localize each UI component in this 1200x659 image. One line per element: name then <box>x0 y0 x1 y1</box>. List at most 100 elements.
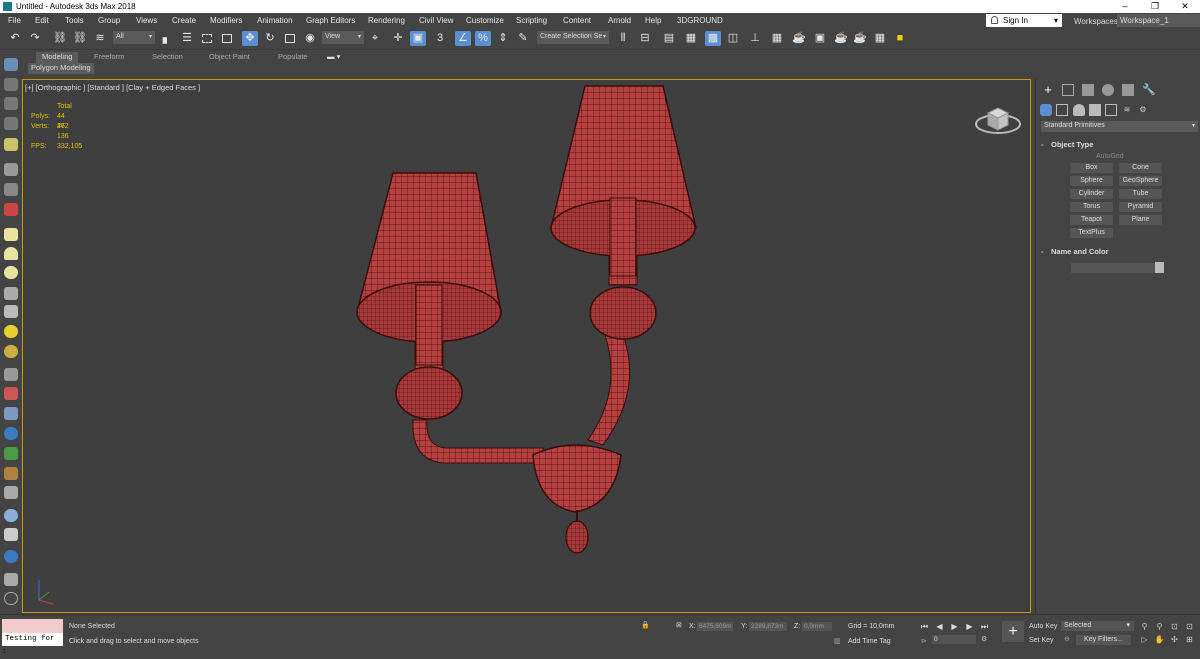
link-button[interactable]: ⛓ <box>52 31 68 46</box>
keyboard-shortcut-override-button[interactable]: ▣ <box>410 31 426 46</box>
select-by-name-button[interactable]: ☰ <box>179 31 195 46</box>
reference-coordinate-dropdown[interactable]: View ▾ <box>322 31 364 44</box>
undo-button[interactable]: ↶ <box>7 31 23 46</box>
z-coordinate-field[interactable]: 0,0mm <box>802 622 832 631</box>
cone-button[interactable]: Cone <box>1119 163 1162 173</box>
layer-explorer-button[interactable]: ▤ <box>661 31 677 46</box>
view-cube-icon[interactable] <box>973 98 1023 138</box>
sun-icon[interactable] <box>4 325 18 338</box>
wall-sconce-model[interactable] <box>23 80 1031 613</box>
space-warps-category-icon[interactable]: ≋ <box>1121 104 1133 116</box>
cylinder-button[interactable]: Cylinder <box>1070 189 1113 199</box>
key-mode-icon[interactable]: ⊳ <box>921 637 927 645</box>
lights-category-icon[interactable] <box>1073 104 1085 116</box>
menu-scripting[interactable]: Scripting <box>516 16 547 25</box>
scatter-icon[interactable] <box>4 486 18 499</box>
play-icon[interactable]: ▶ <box>949 621 960 632</box>
zoom-extents-icon[interactable]: ⊡ <box>1169 621 1180 632</box>
dome-icon[interactable] <box>4 247 18 260</box>
x-coordinate-field[interactable]: 6475,609m <box>697 622 733 631</box>
curve-editor-button[interactable]: ◫ <box>725 31 741 46</box>
shapes-category-icon[interactable] <box>1056 104 1068 116</box>
zoom-extents-all-icon[interactable]: ⊡ <box>1184 621 1195 632</box>
spinner-snap-button[interactable]: ⇕ <box>495 31 511 46</box>
menu-customize[interactable]: Customize <box>466 16 504 25</box>
percent-snap-button[interactable]: % <box>475 31 491 46</box>
geometry-category-icon[interactable] <box>1040 104 1052 116</box>
render-iterative-button[interactable]: ☕ <box>852 31 868 46</box>
window-crossing-button[interactable] <box>219 31 235 46</box>
particle-icon[interactable] <box>4 387 18 400</box>
helpers-category-icon[interactable] <box>1105 104 1117 116</box>
figure-icon[interactable] <box>4 407 18 420</box>
sphere-icon[interactable] <box>4 266 18 279</box>
sphere-button[interactable]: Sphere <box>1070 176 1113 186</box>
zoom-all-icon[interactable]: ⚲ <box>1154 621 1165 632</box>
motion-panel-tab-icon[interactable] <box>1102 84 1114 96</box>
placement-button[interactable]: ◉ <box>302 31 318 46</box>
maxscript-mini-listener[interactable]: Testing for : <box>2 633 63 656</box>
create-panel-tab-icon[interactable]: + <box>1042 83 1054 96</box>
menu-file[interactable]: File <box>8 16 21 25</box>
previous-frame-icon[interactable]: ◀ <box>934 621 945 632</box>
absolute-mode-icon[interactable]: ⊠ <box>676 621 682 629</box>
utilities-panel-tab-icon[interactable]: 🔧 <box>1142 84 1156 96</box>
pyramid-button[interactable]: Pyramid <box>1119 202 1162 212</box>
ribbon-tab-freeform[interactable]: Freeform <box>94 52 124 63</box>
textplus-button[interactable]: TextPlus <box>1070 228 1113 238</box>
perspective-viewport[interactable]: [+] [Orthographic ] [Standard ] [Clay + … <box>22 79 1031 613</box>
cone-icon[interactable] <box>4 305 18 318</box>
unlink-button[interactable]: ⛓ <box>72 31 88 46</box>
edit-named-selection-button[interactable]: ✎ <box>515 31 531 46</box>
menu-graph-editors[interactable]: Graph Editors <box>306 16 355 25</box>
object-color-swatch[interactable] <box>1155 262 1164 273</box>
sign-in-dropdown[interactable]: Sign In ▾ <box>986 14 1062 27</box>
time-configuration-icon[interactable]: ⚙ <box>981 635 987 643</box>
menu-content[interactable]: Content <box>563 16 591 25</box>
object-type-rollout[interactable]: - Object Type <box>1041 139 1196 151</box>
geosphere-icon[interactable] <box>4 287 18 300</box>
minimize-button[interactable]: – <box>1110 0 1140 13</box>
menu-views[interactable]: Views <box>136 16 157 25</box>
redo-button[interactable]: ↷ <box>27 31 43 46</box>
ribbon-tab-populate[interactable]: Populate <box>278 52 308 63</box>
selection-filter-dropdown[interactable]: All ▾ <box>113 31 155 44</box>
table-icon[interactable] <box>4 117 18 130</box>
y-coordinate-field[interactable]: 2289,873m <box>749 622 787 631</box>
close-button[interactable]: ✕ <box>1170 0 1200 13</box>
maximize-viewport-icon[interactable]: ⊞ <box>1184 634 1195 645</box>
material-sphere-icon[interactable] <box>4 509 18 522</box>
render-globe-icon[interactable] <box>4 550 18 563</box>
tube-button[interactable]: Tube <box>1119 189 1162 199</box>
menu-create[interactable]: Create <box>172 16 196 25</box>
lock-icon[interactable]: 🔒 <box>641 621 650 629</box>
box-button[interactable]: Box <box>1070 163 1113 173</box>
auto-key-button[interactable]: Auto Key <box>1029 622 1057 632</box>
systems-category-icon[interactable]: ⚙ <box>1137 104 1149 116</box>
create-icon[interactable] <box>4 58 18 71</box>
set-key-button[interactable]: Set Key <box>1029 636 1054 646</box>
cameras-category-icon[interactable] <box>1089 104 1101 116</box>
current-frame-field[interactable]: 0 <box>932 635 976 644</box>
select-manipulate-button[interactable]: ✛ <box>390 31 406 46</box>
light-icon[interactable] <box>4 138 18 151</box>
ribbon-tab-modeling[interactable]: Modeling <box>36 52 79 63</box>
snap-toggle-button[interactable]: 3 <box>432 31 448 46</box>
copy-icon[interactable] <box>4 528 18 541</box>
scene-explorer-button[interactable]: ▦ <box>683 31 699 46</box>
pan-icon[interactable]: ✋ <box>1154 634 1165 645</box>
ribbon-tab-object-paint[interactable]: Object Paint <box>209 52 250 63</box>
orbit-icon[interactable]: ✣ <box>1169 634 1180 645</box>
menu-edit[interactable]: Edit <box>35 16 49 25</box>
select-move-button[interactable]: ✥ <box>242 31 258 46</box>
ribbon-tab-selection[interactable]: Selection <box>152 52 183 63</box>
zoom-icon[interactable]: ⚲ <box>1139 621 1150 632</box>
next-frame-icon[interactable]: ▶ <box>964 621 975 632</box>
menu-rendering[interactable]: Rendering <box>368 16 405 25</box>
autogrid-checkbox[interactable]: AutoGrid <box>1096 153 1124 160</box>
animal-icon[interactable] <box>4 467 18 480</box>
teapot-button[interactable]: Teapot <box>1070 215 1113 225</box>
mirror-button[interactable]: ⫴ <box>615 31 631 46</box>
add-time-tag-button[interactable]: Add Time Tag <box>848 638 891 645</box>
bind-space-warp-button[interactable]: ≋ <box>92 31 108 46</box>
